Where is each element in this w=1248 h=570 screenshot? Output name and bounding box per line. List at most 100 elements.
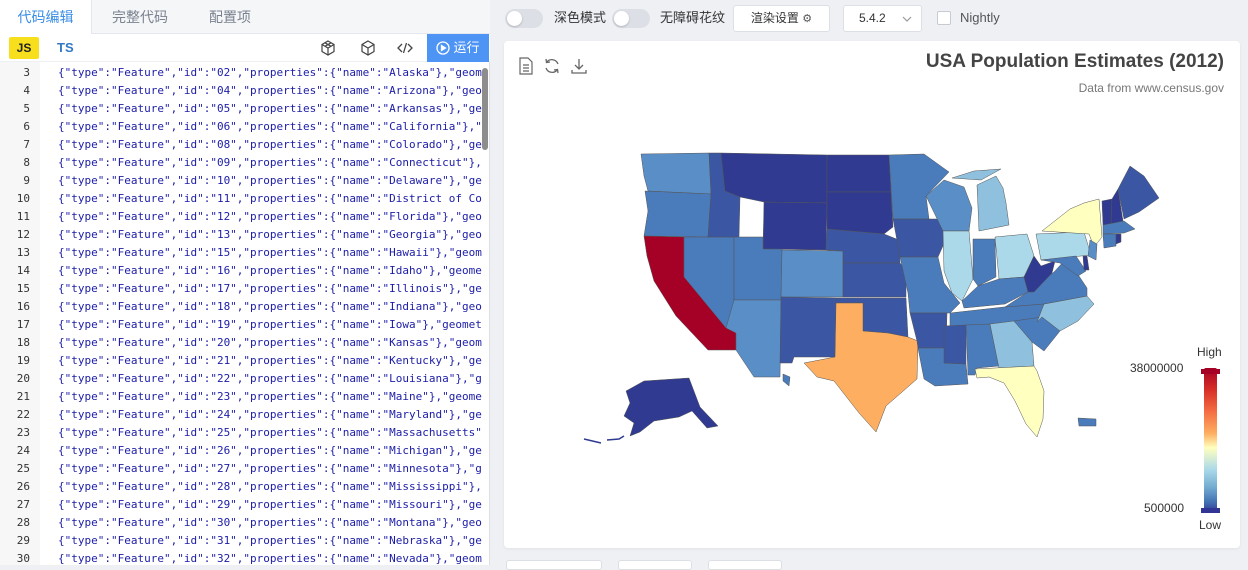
code-line[interactable]: {"type":"Feature","id":"06","properties"…: [58, 118, 482, 136]
visualmap-handle-bottom: [1201, 508, 1220, 513]
visualmap-low-label: Low: [1199, 518, 1222, 532]
a11y-pattern-toggle[interactable]: [612, 9, 650, 28]
state-washington: [640, 152, 712, 195]
line-number: 27: [16, 498, 30, 511]
state-wyoming: [762, 201, 828, 251]
state-florida: [974, 365, 1045, 438]
gear-icon: ⚙: [802, 13, 813, 25]
code-line[interactable]: {"type":"Feature","id":"02","properties"…: [58, 64, 482, 82]
state-delaware: [1082, 255, 1090, 271]
state-maine: [1117, 165, 1160, 220]
state-alaska-aleutians: [583, 435, 625, 444]
state-kansas: [842, 262, 907, 298]
code-line[interactable]: {"type":"Feature","id":"21","properties"…: [58, 352, 482, 370]
state-puerto-rico: [1077, 417, 1097, 427]
code-line[interactable]: {"type":"Feature","id":"04","properties"…: [58, 82, 482, 100]
code-line[interactable]: {"type":"Feature","id":"28","properties"…: [58, 478, 482, 496]
codesandbox-icon[interactable]: [319, 39, 337, 57]
run-button[interactable]: 运行: [427, 34, 489, 62]
code-scrollbar-thumb[interactable]: [482, 68, 488, 150]
line-number: 19: [16, 354, 30, 367]
tab-config[interactable]: 配置项: [188, 0, 272, 34]
line-number-gutter: 3 4 5 6 7 8 9 10 11 12 13 14 15 16 17 18 19 20 21 22 23 24 25 2…: [0, 62, 40, 565]
line-number: 8: [23, 156, 30, 169]
line-number: 9: [23, 174, 30, 187]
code-line[interactable]: {"type":"Feature","id":"25","properties"…: [58, 424, 482, 442]
code-line[interactable]: {"type":"Feature","id":"11","properties"…: [58, 190, 482, 208]
line-number: 4: [23, 84, 30, 97]
code-line[interactable]: {"type":"Feature","id":"27","properties"…: [58, 460, 482, 478]
visualmap-max-value: 38000000: [1130, 361, 1184, 375]
code-line[interactable]: {"type":"Feature","id":"22","properties"…: [58, 370, 482, 388]
state-rhode-island: [1115, 233, 1122, 245]
version-value: 5.4.2: [859, 11, 886, 25]
code-line[interactable]: {"type":"Feature","id":"10","properties"…: [58, 172, 482, 190]
code-line[interactable]: {"type":"Feature","id":"16","properties"…: [58, 262, 482, 280]
state-colorado: [780, 249, 844, 298]
codepen-cube-icon[interactable]: [359, 39, 377, 57]
line-number: 10: [16, 192, 30, 205]
chevron-down-icon: [902, 16, 912, 22]
line-number: 29: [16, 534, 30, 547]
language-bar: JS TS 运行: [0, 34, 490, 62]
version-select[interactable]: 5.4.2: [843, 5, 922, 32]
dark-mode-toggle[interactable]: [505, 9, 543, 28]
nightly-label: Nightly: [960, 10, 1000, 25]
code-line[interactable]: {"type":"Feature","id":"19","properties"…: [58, 316, 482, 334]
code-line[interactable]: {"type":"Feature","id":"13","properties"…: [58, 226, 482, 244]
code-line[interactable]: {"type":"Feature","id":"17","properties"…: [58, 280, 482, 298]
code-brackets-icon[interactable]: [396, 39, 414, 57]
line-number: 15: [16, 282, 30, 295]
state-alaska: [623, 377, 719, 437]
bottom-button[interactable]: [618, 560, 692, 570]
code-line[interactable]: {"type":"Feature","id":"32","properties"…: [58, 550, 482, 565]
visualmap-min-value: 500000: [1144, 501, 1185, 515]
code-line[interactable]: {"type":"Feature","id":"05","properties"…: [58, 100, 482, 118]
line-number: 21: [16, 390, 30, 403]
code-line[interactable]: {"type":"Feature","id":"18","properties"…: [58, 298, 482, 316]
line-number: 6: [23, 120, 30, 133]
state-connecticut: [1102, 233, 1117, 249]
code-area[interactable]: 3 4 5 6 7 8 9 10 11 12 13 14 15 16 17 18 19 20 21 22 23 24 25 2…: [0, 62, 490, 565]
tab-full-code[interactable]: 完整代码: [96, 0, 184, 34]
line-number: 17: [16, 318, 30, 331]
visualmap-handle-top: [1201, 369, 1220, 374]
line-number: 11: [16, 210, 30, 223]
render-settings-button[interactable]: 渲染设置 ⚙: [733, 5, 830, 32]
state-north-dakota: [826, 154, 892, 193]
code-line[interactable]: {"type":"Feature","id":"29","properties"…: [58, 496, 482, 514]
nightly-checkbox[interactable]: [937, 11, 951, 25]
code-line[interactable]: {"type":"Feature","id":"20","properties"…: [58, 334, 482, 352]
lang-ts-button[interactable]: TS: [57, 37, 74, 59]
toggle-knob: [614, 11, 629, 26]
state-south-dakota: [826, 191, 894, 235]
usa-choropleth-map[interactable]: [504, 41, 1240, 548]
state-mississippi: [943, 324, 967, 365]
editor-tab-bar: 代码编辑 完整代码 配置项: [0, 0, 490, 34]
code-line[interactable]: {"type":"Feature","id":"24","properties"…: [58, 406, 482, 424]
state-hawaii: [782, 373, 791, 387]
code-line[interactable]: {"type":"Feature","id":"26","properties"…: [58, 442, 482, 460]
code-editor-pane: 代码编辑 完整代码 配置项 JS TS 运行 3 4 5 6 7 8 9 10 11 12 13 14…: [0, 0, 490, 565]
code-line[interactable]: {"type":"Feature","id":"31","properties"…: [58, 532, 482, 550]
bottom-button[interactable]: [708, 560, 782, 570]
dark-mode-label: 深色模式: [554, 10, 607, 25]
line-number: 3: [23, 66, 30, 79]
line-number: 30: [16, 552, 30, 565]
run-label: 运行: [453, 40, 480, 55]
tab-code-edit[interactable]: 代码编辑: [0, 0, 92, 34]
render-settings-label: 渲染设置: [750, 11, 799, 25]
state-oregon: [643, 190, 712, 238]
preview-toolbar: 深色模式 无障碍花纹 渲染设置 ⚙ 5.4.2 Nightly: [491, 0, 1248, 36]
code-line[interactable]: {"type":"Feature","id":"08","properties"…: [58, 136, 482, 154]
code-line[interactable]: {"type":"Feature","id":"23","properties"…: [58, 388, 482, 406]
state-michigan: [976, 175, 1010, 232]
code-line[interactable]: {"type":"Feature","id":"30","properties"…: [58, 514, 482, 532]
line-number: 26: [16, 480, 30, 493]
lang-js-button[interactable]: JS: [9, 37, 39, 59]
code-line[interactable]: {"type":"Feature","id":"12","properties"…: [58, 208, 482, 226]
code-line[interactable]: {"type":"Feature","id":"15","properties"…: [58, 244, 482, 262]
bottom-button[interactable]: [506, 560, 602, 570]
code-line[interactable]: {"type":"Feature","id":"09","properties"…: [58, 154, 482, 172]
line-number: 7: [23, 138, 30, 151]
